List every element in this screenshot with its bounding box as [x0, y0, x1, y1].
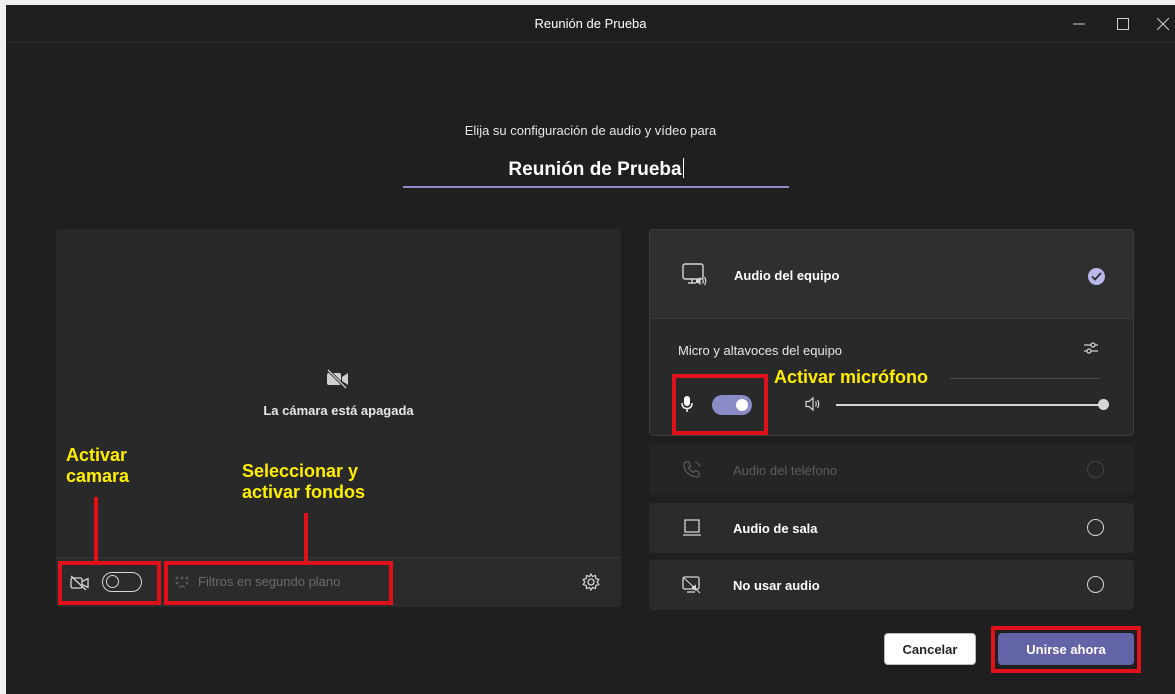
title-bar: Reunión de Prueba	[6, 5, 1175, 43]
room-audio-label: Audio de sala	[733, 521, 818, 536]
background-filters-highlight	[164, 561, 393, 605]
camera-off-message: La cámara está apagada	[263, 403, 414, 418]
join-button-highlight	[991, 626, 1141, 673]
close-icon	[1157, 18, 1169, 30]
setup-subtitle: Elija su configuración de audio y vídeo …	[464, 123, 717, 138]
divider	[950, 378, 1100, 379]
camera-annotation-line2: camara	[66, 466, 130, 486]
audio-settings-sliders-icon[interactable]	[1082, 339, 1100, 357]
backgrounds-annotation: Seleccionar y activar fondos	[242, 461, 365, 503]
room-audio-radio[interactable]	[1087, 519, 1104, 536]
meeting-name-text: Reunión de Prueba	[508, 159, 682, 180]
phone-audio-option[interactable]: Audio del teléfono	[649, 445, 1134, 495]
backgrounds-annotation-line1: Seleccionar y	[242, 461, 359, 481]
computer-audio-option[interactable]: Audio del equipo	[649, 229, 1134, 318]
minimize-button[interactable]	[1062, 5, 1096, 43]
selected-check-icon	[1088, 268, 1105, 285]
video-preview-panel: La cámara está apagada Filtros en segund…	[56, 229, 621, 607]
no-audio-icon	[682, 576, 701, 594]
phone-audio-radio[interactable]	[1087, 461, 1104, 478]
microphone-annotation: Activar micrófono	[774, 367, 929, 387]
computer-audio-label: Audio del equipo	[734, 268, 840, 283]
maximize-button[interactable]	[1106, 5, 1140, 43]
camera-annotation-line	[94, 497, 98, 563]
text-caret	[682, 158, 684, 178]
volume-slider-thumb[interactable]	[1098, 399, 1109, 410]
camera-annotation-line1: Activar	[66, 445, 128, 465]
teams-prejoin-window: Reunión de Prueba Elija su configuración…	[6, 5, 1175, 694]
meeting-name-field[interactable]: Reunión de Prueba	[403, 158, 789, 188]
device-settings-gear-icon[interactable]	[581, 572, 601, 592]
camera-annotation: Activar camara	[66, 445, 129, 487]
computer-audio-icon	[682, 263, 707, 286]
no-audio-radio[interactable]	[1087, 576, 1104, 593]
volume-slider-track[interactable]	[836, 404, 1102, 406]
camera-toggle-highlight	[58, 561, 161, 605]
no-audio-option[interactable]: No usar audio	[649, 560, 1134, 610]
phone-audio-label: Audio del teléfono	[733, 463, 838, 478]
devices-label: Micro y altavoces del equipo	[678, 343, 843, 358]
room-device-icon	[683, 519, 701, 536]
speaker-icon	[805, 396, 820, 412]
backgrounds-annotation-line	[304, 513, 308, 563]
maximize-icon	[1117, 18, 1129, 30]
cancel-button[interactable]: Cancelar	[884, 633, 976, 665]
camera-off-icon	[326, 369, 348, 389]
no-audio-label: No usar audio	[733, 578, 820, 593]
minimize-icon	[1073, 23, 1085, 25]
backgrounds-annotation-line2: activar fondos	[242, 482, 366, 502]
microphone-toggle-highlight	[672, 374, 768, 435]
phone-icon	[683, 461, 701, 478]
window-title: Reunión de Prueba	[534, 16, 647, 31]
room-audio-option[interactable]: Audio de sala	[649, 503, 1134, 553]
close-button[interactable]	[1146, 5, 1175, 43]
